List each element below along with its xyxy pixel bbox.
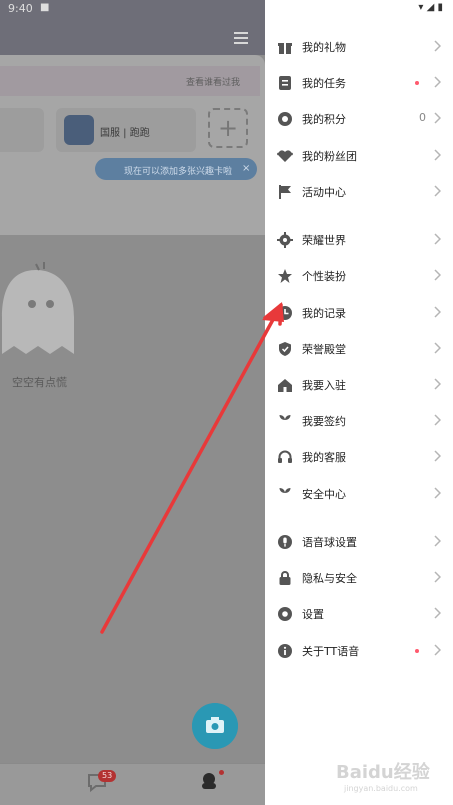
menu-item[interactable]: 安全中心 xyxy=(265,479,453,509)
fans-icon xyxy=(277,150,293,162)
status-time: 9:40 xyxy=(8,2,33,15)
menu-item-label: 我的客服 xyxy=(302,451,346,464)
menu-item-badge-dot xyxy=(415,81,419,85)
menu-item-value: 0 xyxy=(419,111,426,124)
mic-icon xyxy=(278,535,292,549)
visitors-link[interactable]: 查看谁看过我 xyxy=(186,75,240,88)
menu-item-label: 活动中心 xyxy=(302,186,346,199)
menu-item[interactable]: 我的任务 xyxy=(265,68,453,98)
menu-item-label: 我的记录 xyxy=(302,307,346,320)
menu-item[interactable]: 我的礼物 xyxy=(265,32,453,62)
chevron-right-icon xyxy=(434,112,441,124)
bottom-nav-bar xyxy=(0,763,265,805)
chevron-right-icon xyxy=(434,571,441,583)
empty-state-text: 空空有点慌 xyxy=(12,376,67,389)
lock-icon xyxy=(279,571,291,585)
menu-item[interactable]: 荣耀世界 xyxy=(265,225,453,255)
menu-item[interactable]: 我的记录 xyxy=(265,298,453,328)
chevron-right-icon xyxy=(434,269,441,281)
status-icons: ▾ ◢ ▮ xyxy=(418,2,443,13)
sign-icon xyxy=(279,415,291,428)
menu-hamburger-icon[interactable] xyxy=(234,32,248,44)
headset-icon xyxy=(278,450,292,463)
gear-icon xyxy=(278,607,292,621)
menu-item-label: 我的礼物 xyxy=(302,41,346,54)
dress-up-icon xyxy=(278,269,292,283)
menu-item-label: 我的任务 xyxy=(302,77,346,90)
record-icon xyxy=(278,306,292,320)
menu-item-label: 个性装扮 xyxy=(302,270,346,283)
chevron-right-icon xyxy=(434,535,441,547)
shield-icon xyxy=(279,342,291,356)
profile-badge-dot xyxy=(219,770,224,775)
menu-item-label: 设置 xyxy=(302,608,324,621)
menu-item[interactable]: 活动中心 xyxy=(265,177,453,207)
menu-item[interactable]: 关于TT语音 xyxy=(265,636,453,666)
chevron-right-icon xyxy=(434,185,441,197)
menu-item-label: 荣耀世界 xyxy=(302,234,346,247)
menu-item[interactable]: 我的积分 0 xyxy=(265,104,453,134)
menu-item-label: 安全中心 xyxy=(302,488,346,501)
security-icon xyxy=(279,488,291,501)
chat-unread-badge: 53 xyxy=(98,770,117,782)
menu-item[interactable]: 我要签约 xyxy=(265,406,453,436)
watermark-url: jingyan.baidu.com xyxy=(344,784,418,793)
chevron-right-icon xyxy=(434,644,441,656)
profile-tab-icon[interactable] xyxy=(200,772,218,790)
task-icon xyxy=(279,76,291,90)
points-icon xyxy=(278,112,292,126)
menu-item[interactable]: 个性装扮 xyxy=(265,261,453,291)
menu-item-label: 隐私与安全 xyxy=(302,572,357,585)
menu-item[interactable]: 隐私与安全 xyxy=(265,563,453,593)
chevron-right-icon xyxy=(434,342,441,354)
menu-item-label: 我要入驻 xyxy=(302,379,346,392)
game-name: 国服 | 跑跑 xyxy=(100,128,150,139)
menu-item[interactable]: 荣誉殿堂 xyxy=(265,334,453,364)
ghost-illustration-icon xyxy=(2,262,74,354)
menu-item[interactable]: 语音球设置 xyxy=(265,527,453,557)
background-app: 9:40 ■ 查看谁看过我 国服 | 跑跑 + 现在可以添加多张兴趣卡啦 × 空… xyxy=(0,0,265,805)
home-icon xyxy=(278,379,292,392)
watermark-logo: Baidu经验 xyxy=(336,762,430,783)
menu-item[interactable]: 我的客服 xyxy=(265,442,453,472)
chevron-right-icon xyxy=(434,607,441,619)
side-drawer: ▾ ◢ ▮ 我的礼物我的任务我的积分 0 我的粉丝团活动中心荣耀世界个性装扮我的记录… xyxy=(265,0,453,805)
chevron-right-icon xyxy=(434,40,441,52)
menu-item[interactable]: 设置 xyxy=(265,599,453,629)
menu-item-label: 荣誉殿堂 xyxy=(302,343,346,356)
menu-item-label: 我的粉丝团 xyxy=(302,150,357,163)
chevron-right-icon xyxy=(434,378,441,390)
menu-item[interactable]: 我的粉丝团 xyxy=(265,141,453,171)
camera-button[interactable] xyxy=(192,703,238,749)
chevron-right-icon xyxy=(434,450,441,462)
gift-icon xyxy=(278,43,292,54)
chevron-right-icon xyxy=(434,76,441,88)
menu-item-label: 我的积分 xyxy=(302,113,346,126)
info-icon xyxy=(278,644,292,658)
menu-item-label: 关于TT语音 xyxy=(302,645,360,658)
game-card-left xyxy=(0,108,44,152)
chevron-right-icon xyxy=(434,233,441,245)
chevron-right-icon xyxy=(434,149,441,161)
notification-icon: ■ xyxy=(40,2,50,13)
glory-icon xyxy=(277,232,293,248)
tip-close-icon[interactable]: × xyxy=(242,163,250,174)
game-icon xyxy=(64,115,94,145)
menu-item-label: 我要签约 xyxy=(302,415,346,428)
menu-item[interactable]: 我要入驻 xyxy=(265,370,453,400)
menu-item-label: 语音球设置 xyxy=(302,536,357,549)
flag-icon xyxy=(279,185,291,199)
chevron-right-icon xyxy=(434,306,441,318)
chevron-right-icon xyxy=(434,487,441,499)
menu-item-badge-dot xyxy=(415,649,419,653)
chevron-right-icon xyxy=(434,414,441,426)
add-card-button[interactable]: + xyxy=(208,108,248,148)
tip-text: 现在可以添加多张兴趣卡啦 xyxy=(124,167,233,177)
